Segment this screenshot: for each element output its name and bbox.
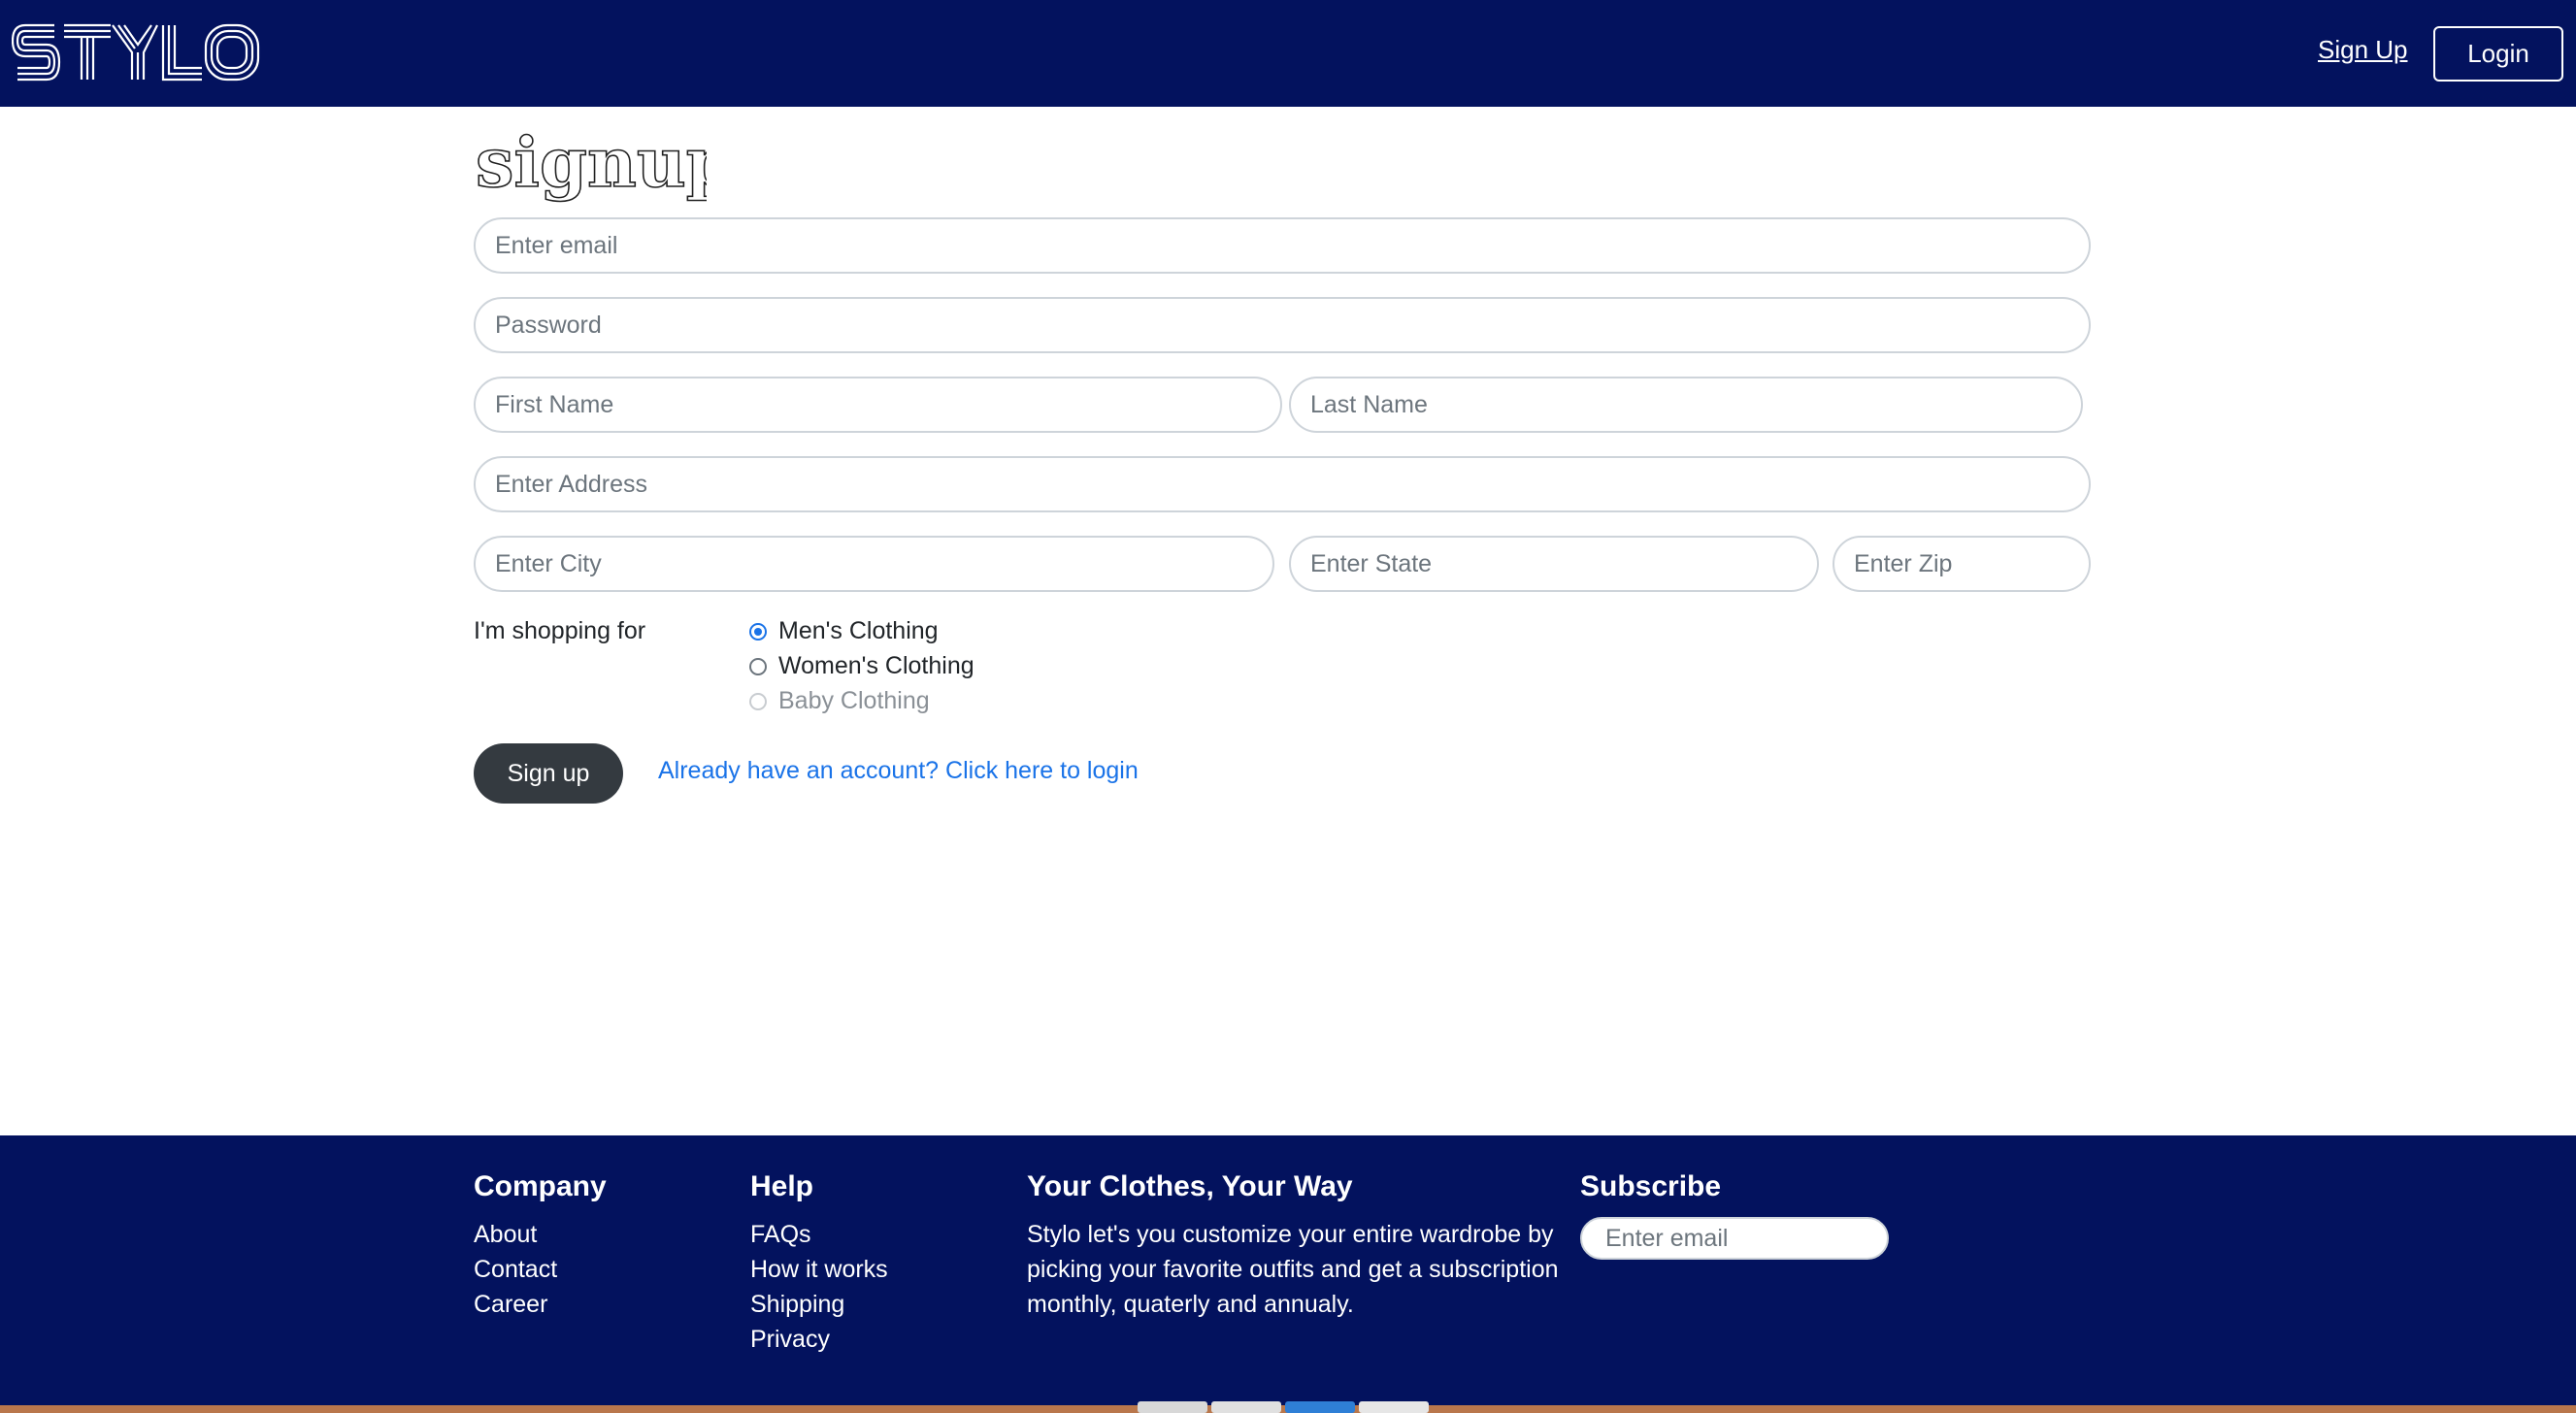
radio-womens-clothing[interactable]: Women's Clothing — [749, 652, 974, 680]
footer-link-about[interactable]: About — [474, 1217, 607, 1252]
radio-mens-label: Men's Clothing — [778, 617, 939, 644]
email-placeholder: Enter email — [495, 231, 618, 259]
footer: Company About Contact Career Help FAQs H… — [0, 1135, 2576, 1413]
footer-about: Your Clothes, Your Way Stylo let's you c… — [1027, 1170, 1570, 1322]
shopping-for-label: I'm shopping for — [474, 617, 646, 644]
footer-link-shipping[interactable]: Shipping — [750, 1287, 888, 1322]
footer-link-career[interactable]: Career — [474, 1287, 607, 1322]
password-field[interactable]: Password — [474, 297, 2091, 353]
password-placeholder: Password — [495, 311, 602, 339]
zip-placeholder: Enter Zip — [1854, 549, 1953, 577]
last-name-placeholder: Last Name — [1310, 390, 1428, 418]
state-field[interactable]: Enter State — [1289, 536, 1819, 592]
radio-disabled-icon — [749, 692, 767, 710]
zip-field[interactable]: Enter Zip — [1833, 536, 2091, 592]
city-field[interactable]: Enter City — [474, 536, 1274, 592]
footer-about-heading: Your Clothes, Your Way — [1027, 1170, 1353, 1202]
city-placeholder: Enter City — [495, 549, 602, 577]
address-placeholder: Enter Address — [495, 470, 648, 498]
footer-link-how-it-works[interactable]: How it works — [750, 1252, 888, 1287]
payment-card-icon — [1211, 1401, 1281, 1413]
radio-unchecked-icon[interactable] — [749, 657, 767, 675]
email-field[interactable]: Enter email — [474, 217, 2091, 274]
radio-baby-label: Baby Clothing — [778, 687, 930, 714]
footer-about-text: Stylo let's you customize your entire wa… — [1027, 1221, 1559, 1318]
radio-baby-clothing: Baby Clothing — [749, 687, 930, 715]
footer-company-heading: Company — [474, 1170, 607, 1202]
signup-title-text: signup — [476, 122, 707, 203]
footer-help: Help FAQs How it works Shipping Privacy — [750, 1170, 888, 1357]
footer-link-contact[interactable]: Contact — [474, 1252, 607, 1287]
top-navbar: Sign Up Login — [0, 0, 2576, 107]
first-name-field[interactable]: First Name — [474, 377, 1282, 433]
first-name-placeholder: First Name — [495, 390, 614, 418]
payment-card-icon — [1359, 1401, 1429, 1413]
payment-card-icon — [1138, 1401, 1207, 1413]
login-link[interactable]: Already have an account? Click here to l… — [658, 757, 1139, 785]
nav-signup-link[interactable]: Sign Up — [2318, 35, 2408, 65]
subscribe-email-placeholder: Enter email — [1605, 1224, 1729, 1252]
footer-company: Company About Contact Career — [474, 1170, 607, 1322]
radio-womens-label: Women's Clothing — [778, 652, 974, 679]
footer-help-heading: Help — [750, 1170, 814, 1202]
nav-login-button[interactable]: Login — [2433, 26, 2563, 82]
radio-mens-clothing[interactable]: Men's Clothing — [749, 617, 939, 645]
stylo-logo[interactable] — [12, 21, 260, 83]
signup-submit-button[interactable]: Sign up — [474, 743, 623, 804]
subscribe-email-input[interactable]: Enter email — [1580, 1217, 1889, 1260]
address-field[interactable]: Enter Address — [474, 456, 2091, 512]
footer-link-privacy[interactable]: Privacy — [750, 1322, 888, 1357]
signup-title: signup — [475, 121, 707, 204]
footer-link-faqs[interactable]: FAQs — [750, 1217, 888, 1252]
state-placeholder: Enter State — [1310, 549, 1433, 577]
payment-card-icon — [1285, 1401, 1355, 1413]
footer-subscribe-heading: Subscribe — [1580, 1170, 1722, 1202]
radio-checked-icon[interactable] — [749, 622, 767, 641]
last-name-field[interactable]: Last Name — [1289, 377, 2083, 433]
footer-subscribe: Subscribe Enter email — [1580, 1170, 1889, 1260]
